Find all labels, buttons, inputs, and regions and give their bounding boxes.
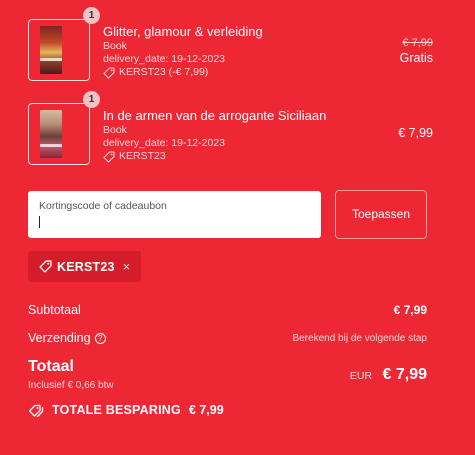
item-type: Book: [103, 40, 127, 52]
shipping-value: Berekend bij de volgende stap: [292, 333, 427, 344]
applied-code-text: KERST23: [57, 259, 115, 274]
book-cover-image: [40, 110, 62, 158]
shipping-label-wrap: Verzending?: [28, 331, 106, 345]
subtotal-row: Subtotaal € 7,99: [28, 303, 427, 321]
savings-value: € 7,99: [188, 403, 224, 417]
shipping-row: Verzending? Berekend bij de volgende sta…: [28, 331, 427, 349]
quantity-badge: 1: [83, 7, 100, 24]
help-circle-icon[interactable]: ?: [94, 333, 106, 344]
item-discount-text: KERST23 (-€ 7,99): [119, 66, 209, 78]
discount-code-input[interactable]: Kortingscode of cadeaubon: [28, 191, 321, 238]
tax-note: Inclusief € 0,66 btw: [28, 380, 114, 391]
tags-icon: [28, 404, 44, 417]
total-value: € 7,99: [382, 366, 427, 383]
shipping-label: Verzending: [28, 331, 91, 345]
item-type: Book: [103, 124, 127, 136]
cart-item: 1 In de armen van de arrogante Siciliaan…: [28, 91, 433, 165]
book-cover-image: [40, 26, 62, 74]
cart-item: 1 Glitter, glamour & verleiding Book del…: [28, 7, 433, 81]
total-currency: EUR: [349, 370, 373, 382]
item-original-price: € 7,99: [402, 37, 433, 49]
apply-code-button[interactable]: Toepassen: [335, 190, 427, 239]
product-thumbnail[interactable]: 1: [28, 7, 100, 81]
text-caret: [39, 216, 40, 228]
item-info: Glitter, glamour & verleiding Book deliv…: [103, 23, 363, 79]
item-title: Glitter, glamour & verleiding: [103, 24, 263, 39]
item-title: In de armen van de arrogante Siciliaan: [103, 108, 327, 123]
savings-label: TOTALE BESPARING: [52, 403, 181, 417]
item-discount-text: KERST23: [119, 150, 166, 162]
tag-icon: [103, 150, 115, 163]
total-label: Totaal: [28, 358, 74, 375]
total-amount-group: EUR € 7,99: [350, 366, 427, 384]
item-price-column: € 7,99 Gratis: [400, 36, 433, 66]
subtotal-label: Subtotaal: [28, 303, 81, 317]
applied-discount-chip: KERST23 ×: [28, 251, 141, 282]
item-price: Gratis: [399, 51, 433, 65]
item-price-column: € 7,99: [398, 125, 433, 141]
item-delivery-date: delivery_date: 19-12-2023: [103, 137, 226, 149]
subtotal-value: € 7,99: [393, 303, 427, 317]
tag-icon: [39, 260, 52, 273]
item-discount: KERST23 (-€ 7,99): [103, 66, 363, 79]
product-thumbnail[interactable]: 1: [28, 91, 100, 165]
close-icon[interactable]: ×: [123, 260, 131, 273]
item-info: In de armen van de arrogante Siciliaan B…: [103, 107, 363, 163]
item-delivery-date: delivery_date: 19-12-2023: [103, 53, 226, 65]
tag-icon: [103, 66, 115, 79]
discount-code-placeholder: Kortingscode of cadeaubon: [39, 200, 167, 212]
item-discount: KERST23: [103, 150, 363, 163]
item-price: € 7,99: [398, 126, 433, 140]
total-savings: TOTALE BESPARING € 7,99: [28, 403, 224, 417]
quantity-badge: 1: [83, 91, 100, 108]
